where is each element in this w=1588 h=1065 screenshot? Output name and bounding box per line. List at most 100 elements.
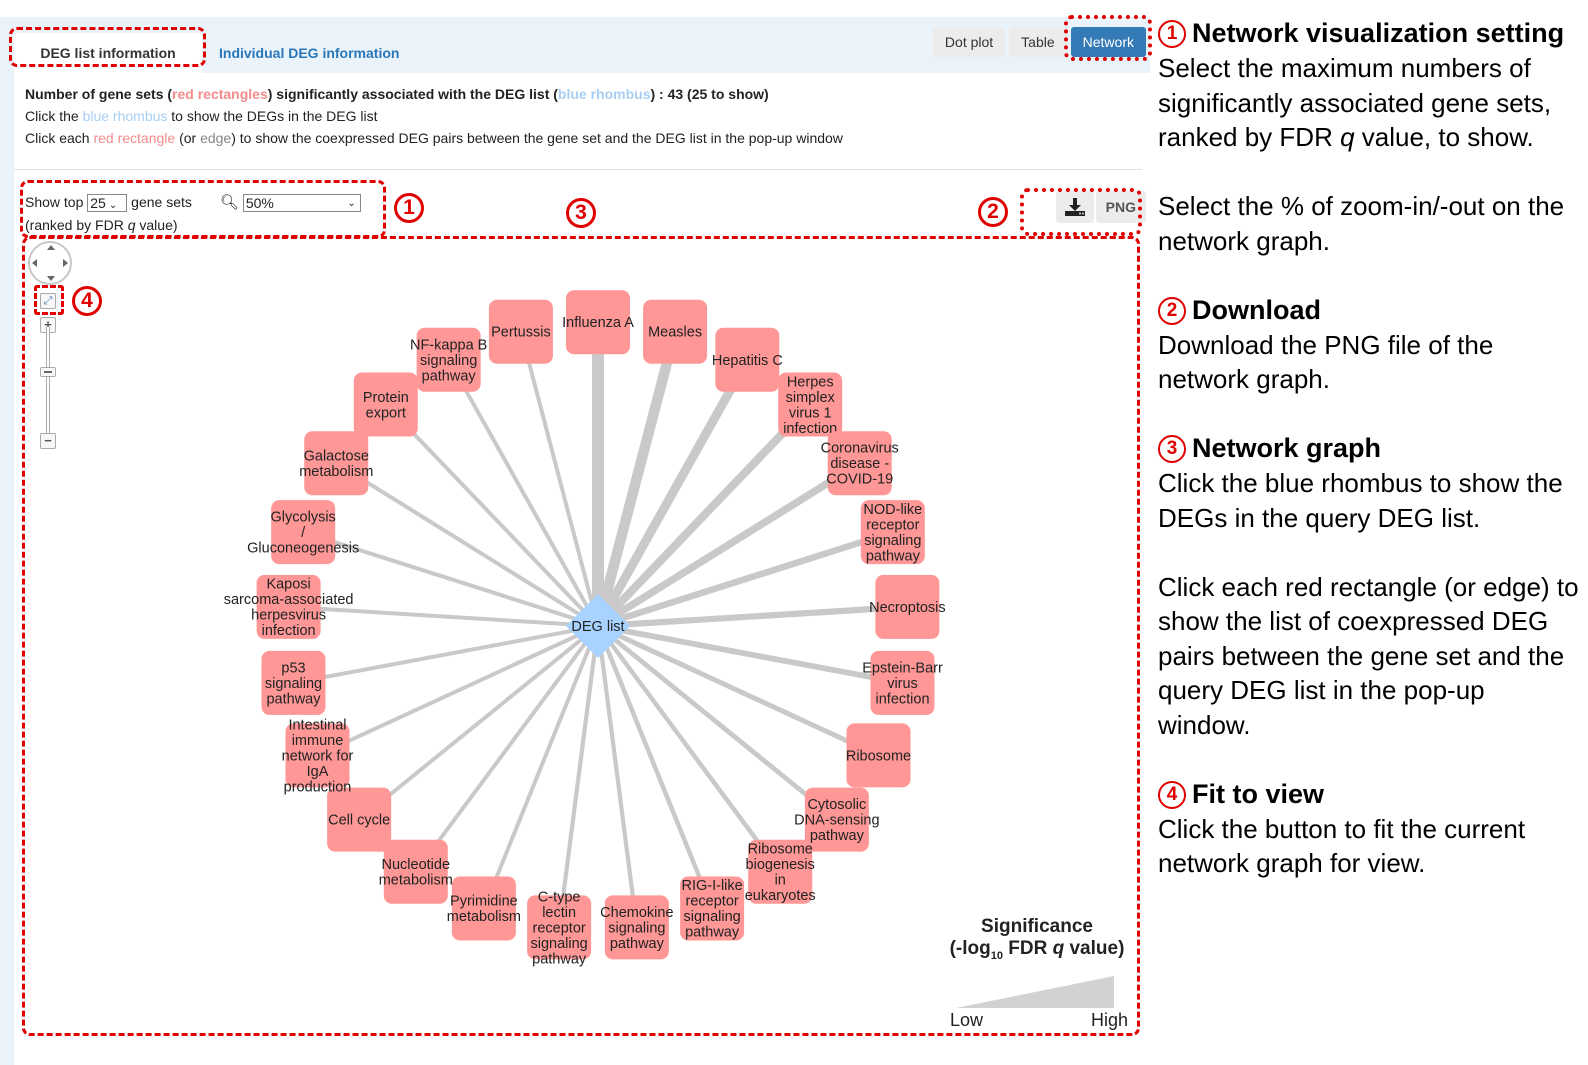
divider bbox=[14, 169, 1142, 170]
chevron-down-icon: ⌄ bbox=[347, 198, 356, 210]
edge-term: edge bbox=[200, 130, 232, 146]
text: q bbox=[1052, 938, 1065, 960]
edge[interactable] bbox=[357, 624, 600, 822]
text: value) bbox=[1064, 938, 1125, 960]
gene-set-node[interactable]: p53 signaling pathway bbox=[261, 650, 326, 715]
gene-set-node[interactable]: Epstein-Barr virus infection bbox=[862, 650, 943, 715]
gene-set-label: C-type lectin receptor signaling pathway bbox=[531, 889, 588, 967]
download-icon bbox=[1064, 198, 1085, 216]
pan-down-icon[interactable] bbox=[47, 276, 55, 281]
gene-set-node[interactable]: Pyrimidine metabolism bbox=[447, 876, 521, 941]
edge[interactable] bbox=[316, 624, 599, 758]
explanation-panel: 1 Network visualization setting Select th… bbox=[1158, 16, 1583, 915]
dot-plot-button[interactable]: Dot plot bbox=[932, 27, 1006, 57]
gene-set-label: Intestinal immune network for IgA production bbox=[282, 717, 354, 795]
download-button[interactable] bbox=[1055, 191, 1094, 223]
text: q bbox=[127, 217, 136, 234]
gene-set-node[interactable]: Cell cycle bbox=[327, 787, 392, 852]
tab-deg-list-information[interactable]: DEG list information bbox=[14, 33, 202, 73]
number-badge: 4 bbox=[1158, 780, 1186, 809]
zoom-slider-track[interactable] bbox=[46, 327, 50, 437]
explanation-3: 3 Network graph Click the blue rhombus to… bbox=[1158, 431, 1583, 742]
tab-individual-deg-information[interactable]: Individual DEG information bbox=[205, 33, 413, 73]
gene-set-node[interactable]: Influenza A bbox=[562, 290, 634, 355]
gene-set-node[interactable]: NF-kappa Bsignaling pathway bbox=[410, 327, 487, 392]
app-panel: DEG list information Individual DEG info… bbox=[0, 15, 1152, 1065]
edge[interactable] bbox=[518, 331, 600, 627]
gene-set-label: Coronavirus disease -COVID-19 bbox=[821, 441, 899, 488]
gene-set-node[interactable]: Glycolysis / Gluconeogenesis bbox=[247, 500, 359, 565]
png-button[interactable]: PNG bbox=[1095, 191, 1146, 223]
pan-up-icon[interactable] bbox=[47, 245, 55, 250]
minus-icon: − bbox=[44, 433, 52, 448]
gene-set-label: Necroptosis bbox=[869, 600, 946, 616]
top-n-select[interactable]: 25 ⌄ bbox=[87, 194, 128, 213]
network-graph[interactable]: Influenza A Measles Hepatitis C Herpes simpl… bbox=[24, 237, 1138, 1035]
gene-set-node[interactable]: Galactose metabolism bbox=[299, 431, 373, 496]
gene-set-node[interactable]: Chemokine signaling pathway bbox=[600, 895, 674, 960]
gene-set-label: Influenza A bbox=[562, 315, 634, 331]
zoom-slider-handle[interactable] bbox=[40, 367, 56, 377]
explanation-text: Download the PNG file of the network gra… bbox=[1158, 329, 1494, 395]
legend-high-label: High bbox=[1090, 1010, 1128, 1030]
red-rectangles-term: red rectangles bbox=[172, 86, 268, 102]
zoom-out-button[interactable]: − bbox=[40, 433, 56, 449]
magnifier-icon: 🔍︎ bbox=[219, 194, 239, 212]
gene-set-label: Nucleotide metabolism bbox=[379, 857, 453, 889]
explanation-text: Select the % of zoom-in/-out on the netw… bbox=[1158, 191, 1565, 256]
text: (-log bbox=[949, 938, 991, 960]
title-text: Network graph bbox=[1192, 433, 1382, 463]
pan-right-icon[interactable] bbox=[63, 259, 68, 267]
pan-left-icon[interactable] bbox=[32, 259, 37, 267]
gene-set-node[interactable]: Coronavirus disease -COVID-19 bbox=[821, 431, 899, 496]
edge[interactable] bbox=[293, 624, 599, 685]
explanation-title: 2 Download bbox=[1158, 293, 1583, 328]
network-button[interactable]: Network bbox=[1070, 27, 1146, 57]
gene-set-node[interactable]: Protein export bbox=[353, 372, 418, 437]
gene-set-label: Measles bbox=[648, 325, 702, 341]
edge[interactable] bbox=[597, 623, 904, 686]
gene-set-node[interactable]: Intestinal immune network for IgA production bbox=[282, 717, 354, 795]
number-badge: 1 bbox=[1158, 20, 1186, 48]
gene-set-label: Cell cycle bbox=[328, 813, 390, 829]
gene-set-node[interactable]: C-type lectin receptor signaling pathway bbox=[527, 889, 592, 967]
pan-control[interactable] bbox=[28, 241, 72, 285]
download-group: PNG bbox=[1055, 191, 1146, 223]
gene-set-node[interactable]: Ribosome bbox=[846, 723, 911, 788]
number-badge: 3 bbox=[1158, 435, 1186, 463]
ranked-label: (ranked by FDR q value) bbox=[25, 214, 361, 236]
gene-set-node[interactable]: Kaposi sarcoma-associated herpesvirus infec… bbox=[224, 574, 354, 639]
title-text: Download bbox=[1192, 294, 1321, 325]
text: FDR bbox=[1002, 938, 1053, 960]
gene-set-node[interactable]: Necroptosis bbox=[869, 574, 946, 639]
gene-set-node[interactable]: Pertussis bbox=[488, 299, 553, 364]
explanation-title: 3 Network graph bbox=[1158, 431, 1583, 466]
gene-set-node[interactable]: NOD-like receptor signaling pathway bbox=[860, 500, 925, 564]
gene-set-node[interactable]: Herpes simplex virus 1 infection bbox=[778, 372, 843, 437]
explanation-text: Click the blue rhombus to show the DEGs … bbox=[1158, 468, 1563, 533]
gene-set-count: ) : 43 (25 to show) bbox=[650, 86, 769, 102]
gene-set-node[interactable]: RIG-I-like receptor signaling pathway bbox=[680, 876, 745, 941]
explanation-1: 1 Network visualization setting Select th… bbox=[1158, 16, 1583, 258]
view-toggle-group: Dot plot Table Network bbox=[932, 27, 1146, 57]
legend-wedge bbox=[942, 974, 1132, 1010]
gene-set-node[interactable]: Ribosome biogenesis in eukaryotes bbox=[745, 839, 816, 905]
text: value) bbox=[135, 217, 178, 234]
text: ) to show the coexpressed DEG pairs betw… bbox=[231, 130, 843, 146]
zoom-select[interactable]: 50% ⌄ bbox=[242, 194, 361, 213]
gene-sets-label: gene sets bbox=[131, 194, 192, 210]
zoom-value: 50% bbox=[245, 195, 274, 212]
instruction-line-rectangle: Click each red rectangle (or edge) to sh… bbox=[25, 127, 843, 149]
text: (or bbox=[175, 130, 201, 146]
gene-set-node[interactable]: Nucleotide metabolism bbox=[379, 839, 453, 904]
table-button[interactable]: Table bbox=[1009, 27, 1067, 57]
nodes: Influenza A Measles Hepatitis CHerpes simpl… bbox=[224, 290, 946, 967]
gene-set-node[interactable]: Hepatitis C bbox=[712, 327, 783, 392]
annotation-number-2: 2 bbox=[978, 197, 1008, 227]
significance-legend: Significance (-log10 FDR q value) Low Hig… bbox=[942, 916, 1132, 1031]
gene-set-label: Ribosome biogenesis in eukaryotes bbox=[745, 842, 816, 905]
legend-wedge-shape bbox=[956, 976, 1114, 1008]
gene-set-label: NOD-like receptor signaling pathway bbox=[863, 502, 922, 564]
fit-to-view-button[interactable]: ⤢ bbox=[40, 293, 56, 309]
gene-set-node[interactable]: Measles bbox=[643, 299, 708, 364]
